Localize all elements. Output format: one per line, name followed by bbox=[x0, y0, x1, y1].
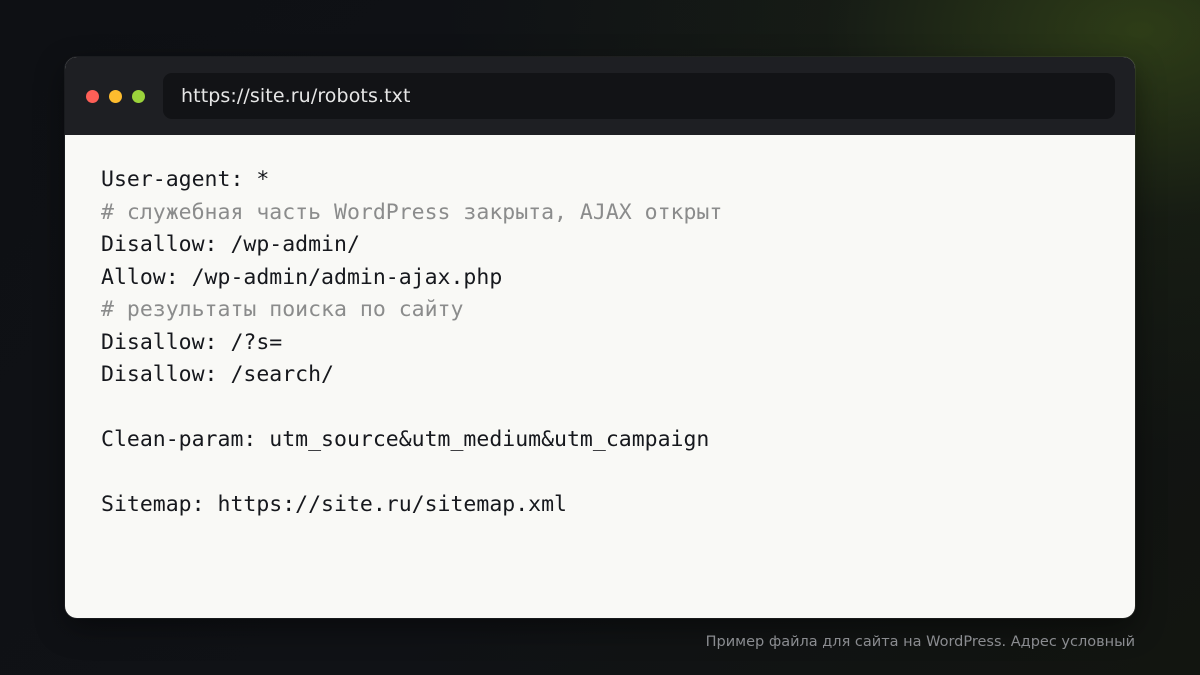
window-titlebar: https://site.ru/robots.txt bbox=[65, 57, 1135, 135]
close-window-icon[interactable] bbox=[86, 90, 99, 103]
address-bar-url: https://site.ru/robots.txt bbox=[181, 85, 411, 107]
minimize-window-icon[interactable] bbox=[109, 90, 122, 103]
image-caption: Пример файла для сайта на WordPress. Адр… bbox=[705, 634, 1135, 650]
address-bar[interactable]: https://site.ru/robots.txt bbox=[163, 73, 1115, 119]
code-line-user-agent: User-agent: * bbox=[101, 167, 270, 192]
file-content: User-agent: * # служебная часть WordPres… bbox=[101, 164, 1101, 522]
zoom-window-icon[interactable] bbox=[132, 90, 145, 103]
code-line-disallow-search: Disallow: /search/ bbox=[101, 362, 334, 387]
code-line-allow-admin-ajax: Allow: /wp-admin/admin-ajax.php bbox=[101, 264, 503, 290]
code-line-clean-param: Clean-param: utm_source&utm_medium&utm_c… bbox=[101, 427, 710, 452]
code-line-disallow-wp-admin: Disallow: /wp-admin/ bbox=[101, 232, 360, 257]
code-comment-wordpress: # служебная часть WordPress закрыта, AJA… bbox=[101, 199, 723, 225]
code-comment-search: # результаты поиска по сайту bbox=[101, 297, 464, 322]
code-line-sitemap: Sitemap: https://site.ru/sitemap.xml bbox=[101, 492, 567, 517]
browser-window: https://site.ru/robots.txt User-agent: *… bbox=[65, 57, 1135, 618]
code-line-disallow-query: Disallow: /?s= bbox=[101, 329, 283, 355]
